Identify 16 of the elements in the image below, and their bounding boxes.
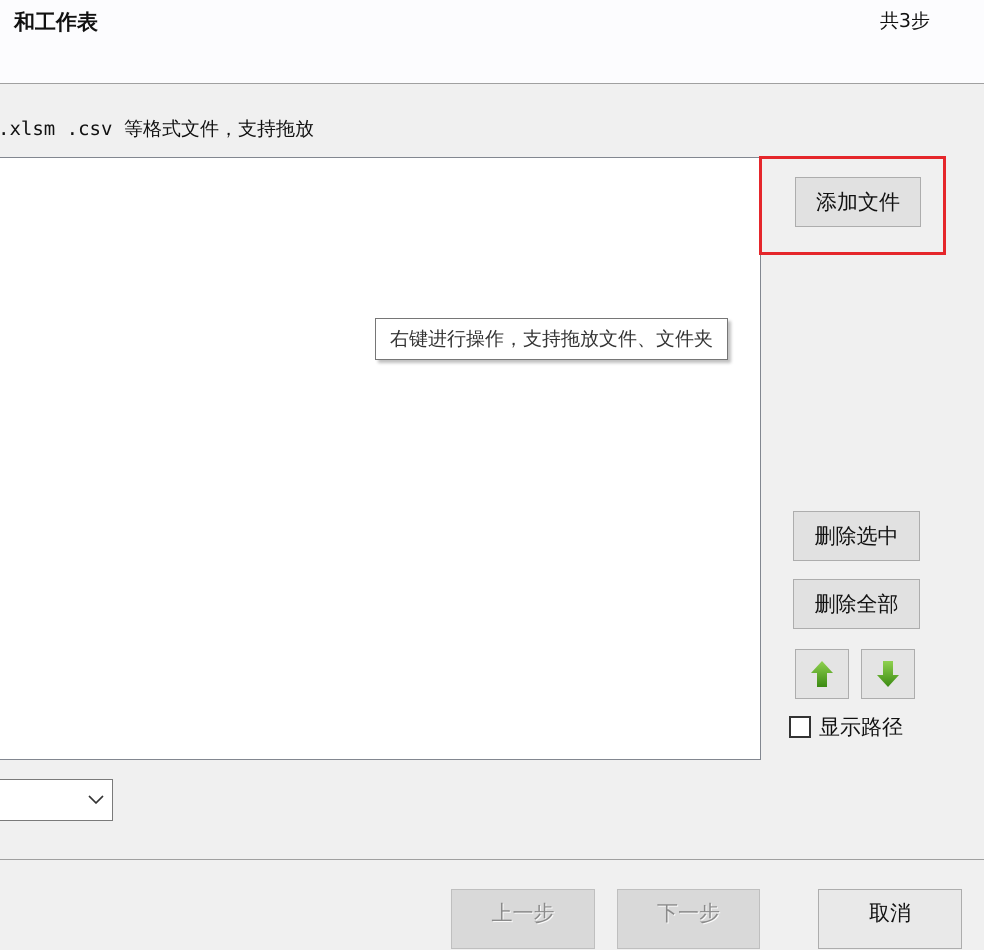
dialog-title: 和工作表: [14, 9, 98, 36]
step-count: 共3步: [880, 9, 930, 34]
up-arrow-icon: [810, 660, 834, 688]
show-path-checkbox[interactable]: [789, 716, 811, 738]
tooltip: 右键进行操作，支持拖放文件、文件夹: [375, 318, 728, 360]
move-up-button[interactable]: [795, 649, 849, 699]
show-path-label: 显示路径: [819, 714, 903, 741]
delete-all-button[interactable]: 删除全部: [793, 579, 920, 629]
cancel-button[interactable]: 取消: [818, 889, 962, 949]
chevron-down-icon: [88, 795, 104, 805]
down-arrow-icon: [876, 660, 900, 688]
add-file-button[interactable]: 添加文件: [795, 177, 921, 227]
dropdown[interactable]: [0, 779, 113, 821]
hint-text: .xlsm .csv 等格式文件，支持拖放: [0, 117, 315, 142]
delete-selected-button[interactable]: 删除选中: [793, 511, 920, 561]
move-down-button[interactable]: [861, 649, 915, 699]
